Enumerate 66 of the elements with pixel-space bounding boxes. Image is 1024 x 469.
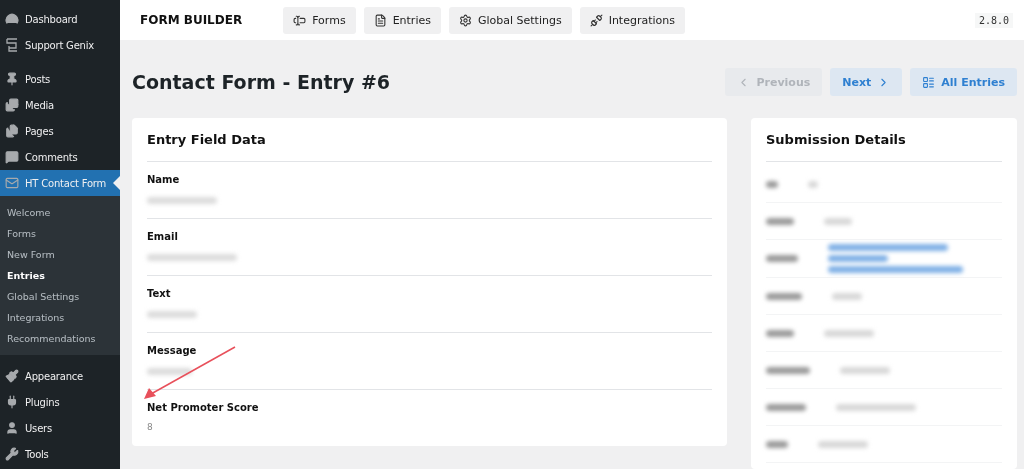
sidebar-item[interactable]: Appearance [0, 363, 120, 389]
nav-tab[interactable]: Integrations [579, 6, 685, 34]
list-icon [922, 75, 936, 89]
blurred-label [766, 255, 798, 262]
blurred-value [818, 440, 868, 448]
nav-tab[interactable]: Entries [363, 6, 441, 34]
sidebar-item[interactable]: Posts [0, 66, 120, 92]
blurred-value [824, 217, 852, 225]
nav-tab[interactable]: Forms [283, 6, 356, 34]
blurred-label [766, 217, 794, 225]
field-value: 8 [147, 422, 154, 434]
submenu-item[interactable]: Forms [0, 223, 120, 244]
blurred-label [766, 180, 778, 188]
blurred-value [832, 292, 862, 300]
sidebar-item[interactable]: Pages [0, 118, 120, 144]
blurred-value [840, 366, 890, 374]
plug-icon [5, 395, 19, 409]
entries-icon [373, 13, 387, 27]
blurred-value [147, 311, 197, 318]
forms-icon [293, 13, 307, 27]
blurred-value [808, 180, 818, 188]
field-label: Name [147, 174, 181, 185]
pages-icon [5, 124, 19, 138]
field-label: Net Promoter Score [147, 402, 260, 413]
s-logo-icon [5, 37, 19, 53]
pin-icon [5, 72, 19, 86]
card-title: Submission Details [766, 118, 1002, 162]
mail-icon [5, 176, 19, 190]
sidebar-item[interactable]: Plugins [0, 389, 120, 415]
blurred-value [147, 368, 192, 375]
submenu-item[interactable]: Global Settings [0, 286, 120, 307]
media-icon [5, 98, 19, 112]
gauge-icon [5, 12, 19, 26]
blurred-value [824, 329, 874, 337]
card-title: Entry Field Data [147, 118, 712, 162]
user-icon [5, 421, 19, 435]
blurred-value [147, 197, 217, 204]
field-label: Message [147, 345, 198, 356]
field-label: Email [147, 231, 179, 242]
blurred-label [766, 440, 788, 448]
submenu-item[interactable]: Integrations [0, 307, 120, 328]
nav-tab[interactable]: Global Settings [448, 6, 572, 34]
submenu-item[interactable]: Welcome [0, 202, 120, 223]
settings-icon [458, 13, 472, 27]
sidebar-item[interactable]: Support Genix [0, 32, 120, 58]
submenu-item[interactable]: Entries [0, 265, 120, 286]
submenu-item[interactable]: New Form [0, 244, 120, 265]
wrench-icon [5, 447, 19, 461]
sidebar-item[interactable]: Dashboard [0, 6, 120, 32]
integrations-icon [589, 13, 603, 27]
page-title: Contact Form - Entry #6 [132, 71, 391, 93]
app-title: FORM BUILDER [140, 13, 243, 27]
comment-icon [5, 150, 19, 164]
blurred-label [766, 329, 794, 337]
sidebar-item[interactable]: Comments [0, 144, 120, 170]
blurred-label [766, 292, 802, 300]
submenu-item[interactable]: Recommendations [0, 328, 120, 349]
brush-icon [5, 369, 19, 383]
field-label: Text [147, 288, 172, 299]
sidebar-item[interactable]: Media [0, 92, 120, 118]
version-badge: 2.8.0 [974, 12, 1013, 28]
blurred-label [766, 366, 810, 374]
sidebar-item[interactable]: HT Contact Form [0, 170, 120, 196]
blurred-label [766, 403, 806, 411]
sidebar-item[interactable]: Users [0, 415, 120, 441]
sidebar-item[interactable]: Tools [0, 441, 120, 467]
